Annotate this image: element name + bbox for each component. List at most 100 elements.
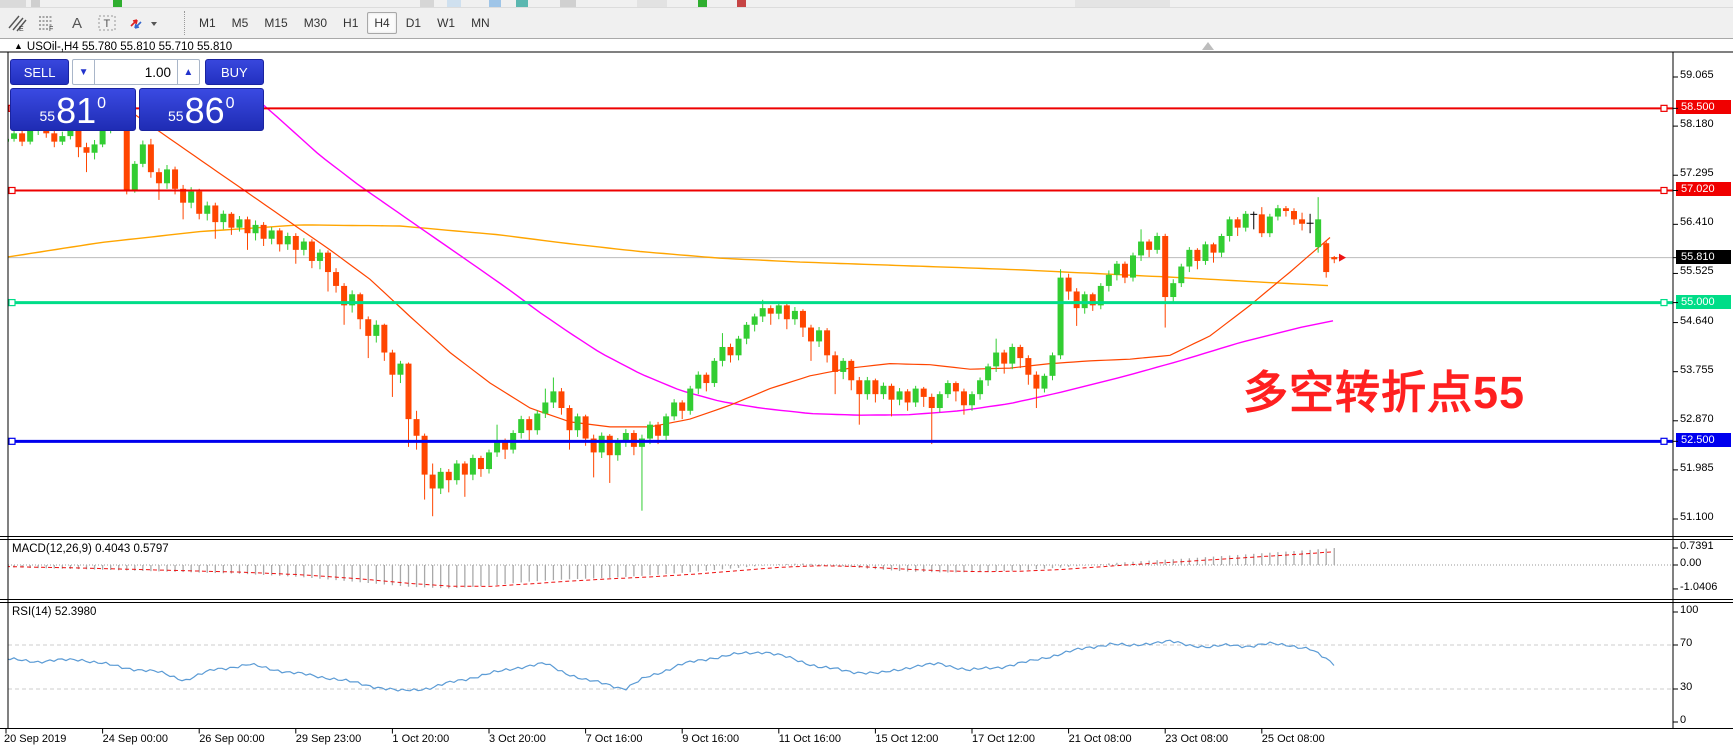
time-axis-label[interactable]: 15 Oct 12:00 (875, 733, 938, 745)
candle-body (27, 130, 34, 142)
chart-shift-marker-icon[interactable] (1202, 42, 1214, 50)
candle-body (196, 191, 203, 214)
candle-body (477, 457, 484, 470)
macd-indicator-label: MACD(12,26,9) 0.4043 0.5797 (12, 543, 169, 555)
candle-body (928, 396, 935, 409)
candle-body (751, 316, 758, 325)
candle-body (284, 235, 291, 245)
candle-body (188, 191, 195, 203)
time-axis-label[interactable]: 17 Oct 12:00 (972, 733, 1035, 745)
ohlc-text: USOil-,H4 55.780 55.810 55.710 55.810 (26, 41, 233, 53)
candle-body (1057, 277, 1064, 356)
candle-body (1073, 291, 1080, 309)
candle-body (1274, 208, 1281, 217)
time-axis-label[interactable]: 21 Oct 08:00 (1069, 733, 1132, 745)
candle-body (1194, 249, 1201, 261)
buy-price-box[interactable]: 55 86 0 (138, 88, 264, 131)
time-axis-label[interactable]: 26 Sep 00:00 (199, 733, 264, 745)
candle-body (864, 380, 871, 395)
candle-body (647, 424, 653, 439)
candle-body (469, 457, 476, 475)
volume-input[interactable] (95, 59, 177, 85)
sell-price-handle: 55 (39, 108, 56, 124)
candle-body (1202, 244, 1209, 261)
candle-body (1291, 211, 1297, 220)
rsi-indicator-label: RSI(14) 52.3980 (12, 606, 97, 618)
tick-up-icon: ▲ (14, 41, 23, 51)
buy-price-handle: 55 (167, 108, 184, 124)
caret-down-icon: ▼ (78, 66, 89, 78)
candle-body (486, 452, 492, 470)
candle-body (952, 383, 959, 392)
candle-body (550, 391, 557, 403)
candle-body (727, 346, 734, 356)
line-handle (1660, 298, 1668, 307)
time-axis-label[interactable]: 9 Oct 16:00 (682, 733, 739, 745)
ma-slow-line (8, 224, 1329, 287)
candle-body (663, 416, 670, 436)
candle-body (365, 319, 372, 336)
line-handle (1660, 186, 1668, 195)
candle-body (1186, 249, 1193, 267)
candle-body (687, 388, 694, 411)
sell-button[interactable]: SELL (10, 59, 70, 85)
candle-body (1170, 283, 1177, 298)
candle-body (1146, 241, 1153, 250)
line-handle (8, 298, 16, 307)
time-axis-label[interactable]: 20 Sep 2019 (4, 733, 66, 745)
candle-body (123, 125, 130, 191)
time-axis-label[interactable]: 23 Oct 08:00 (1165, 733, 1228, 745)
line-handle (8, 437, 16, 445)
volume-decrease-button[interactable]: ▼ (72, 59, 95, 85)
candle-body (526, 419, 533, 431)
candle-body (397, 363, 404, 375)
candle-body (1025, 358, 1032, 375)
candle-body (220, 213, 227, 223)
candle-body (228, 213, 235, 228)
candle-body (461, 463, 468, 475)
candle-body (606, 435, 613, 456)
chart-text-annotation[interactable]: 多空转折点55 (1243, 356, 1525, 421)
candle-body (799, 310, 806, 328)
candle-body (518, 419, 525, 433)
buy-price-pips: 86 (184, 90, 225, 131)
candle-body (1130, 255, 1136, 278)
time-axis-label[interactable]: 1 Oct 20:00 (392, 733, 449, 745)
time-axis-label[interactable]: 29 Sep 23:00 (296, 733, 361, 745)
candle-body (775, 305, 782, 314)
candle-body (276, 230, 283, 245)
time-axis-label[interactable]: 11 Oct 16:00 (779, 733, 841, 745)
sell-price-box[interactable]: 55 81 0 (10, 88, 136, 131)
time-axis-label[interactable]: 7 Oct 16:00 (586, 733, 643, 745)
candle-body (212, 205, 219, 223)
candle-body (83, 147, 90, 153)
candle-body (1242, 213, 1249, 228)
candle-body (244, 219, 251, 234)
candle-body (67, 130, 74, 137)
candle-body (325, 252, 331, 273)
candle-body (993, 352, 1000, 367)
candle-body (453, 463, 460, 481)
volume-increase-button[interactable]: ▲ (177, 59, 200, 85)
macd-panel (8, 548, 1673, 589)
caret-up-icon: ▲ (183, 66, 194, 78)
rsi-line (8, 639, 1335, 692)
candle-body (1113, 263, 1120, 275)
candle-body (308, 241, 315, 261)
time-axis-label[interactable]: 3 Oct 20:00 (489, 733, 546, 745)
candle-body (566, 408, 573, 431)
time-axis-label[interactable]: 25 Oct 08:00 (1262, 733, 1325, 745)
candle-body (51, 133, 58, 142)
candle-body (131, 163, 138, 191)
time-axis-label[interactable]: 24 Sep 00:00 (103, 733, 168, 745)
candle-body (912, 388, 919, 403)
candle-body (880, 385, 887, 395)
candle-body (389, 352, 396, 375)
time-axis[interactable]: 20 Sep 2019 24 Sep 00:00 26 Sep 00:00 29 Se… (0, 731, 1733, 751)
buy-button[interactable]: BUY (204, 59, 264, 85)
candle-body (1105, 274, 1112, 286)
candle-body (300, 241, 307, 250)
candle-body (808, 327, 814, 342)
candle-body (333, 272, 340, 286)
candle-body (832, 355, 839, 372)
